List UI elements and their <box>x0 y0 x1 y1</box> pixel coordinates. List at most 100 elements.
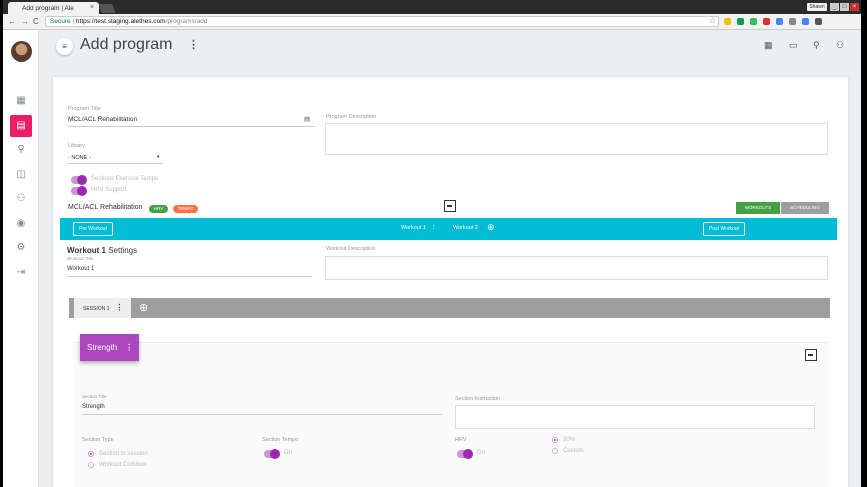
library-underline <box>68 163 163 164</box>
workout-1-tab[interactable]: Workout 1 <box>401 225 426 231</box>
ext-5-icon[interactable] <box>776 18 783 25</box>
maximize-button[interactable]: □ <box>840 3 849 11</box>
menu-toggle-button[interactable]: ≡ <box>56 38 73 55</box>
section-instruction-label: Section Instruction <box>455 396 501 402</box>
section-tempo-label: Section Tempo <box>262 437 299 443</box>
section-type-option-2: Workout Common <box>99 462 148 468</box>
program-form-card: Program Title MCL/ACL Rehabilitation ▤ P… <box>53 77 848 487</box>
bookmark-star-icon[interactable]: ☆ <box>709 16 716 25</box>
library-icon[interactable]: ◫ <box>10 164 32 186</box>
workout-description-label: Workout Description <box>326 246 376 252</box>
user-avatar[interactable] <box>11 41 32 62</box>
settings-icon[interactable]: ⚙ <box>10 237 32 259</box>
forward-icon[interactable]: → <box>21 17 29 26</box>
secure-label: Secure <box>50 18 71 25</box>
logout-icon[interactable]: ⇥ <box>10 262 32 284</box>
ext-4-icon[interactable] <box>763 18 770 25</box>
profile-icon[interactable]: ⚇ <box>836 40 844 51</box>
strength-section-chip[interactable]: Strength ⋮ <box>80 334 139 361</box>
section-instruction-input[interactable] <box>455 405 815 429</box>
dashboard-header-icon[interactable]: ▦ <box>764 40 773 51</box>
section-tempo-value: On <box>284 450 293 456</box>
ext-8-icon[interactable] <box>815 18 822 25</box>
app-sidebar: ▦ ▤ ⚲ ◫ ⚇ ◉ ⚙ ⇥ <box>3 30 39 487</box>
workout-2-tab[interactable]: Workout 2 <box>453 225 478 231</box>
hrv-option-1: 30% <box>563 437 576 443</box>
workout-description-input[interactable] <box>325 256 828 280</box>
ext-2-icon[interactable] <box>737 18 744 25</box>
post-workout-button[interactable]: Post Workout <box>703 222 745 236</box>
collapse-section-icon[interactable] <box>805 349 817 361</box>
program-name-heading: MCL/ACL Rehabilitation <box>68 204 143 211</box>
program-description-input[interactable] <box>325 123 828 155</box>
workout-title-input[interactable]: Workout 1 <box>67 266 94 272</box>
browser-tab-bar: Add program | Ale × Shawn _ □ × <box>3 0 861 14</box>
hrv-radio-2[interactable] <box>552 448 558 454</box>
new-tab-button[interactable] <box>98 4 116 13</box>
workout-settings-heading: Workout 1 Settings <box>67 246 137 255</box>
program-title-field-icon[interactable]: ▤ <box>304 115 310 123</box>
strength-chip-label: Strength <box>87 343 118 352</box>
location-icon[interactable]: ⚲ <box>813 40 820 51</box>
pre-workout-button[interactable]: Pre Workout <box>73 222 113 236</box>
library-select[interactable]: - NONE - <box>68 155 91 161</box>
exercise-tempo-toggle[interactable] <box>71 175 87 185</box>
workout-heading-suffix: Settings <box>105 246 138 255</box>
exercise-icon[interactable]: ⚲ <box>10 139 32 161</box>
session-bar: SESSION 1 ⋮ ⊕ <box>69 298 830 318</box>
chat-icon[interactable]: ▭ <box>789 40 798 51</box>
library-caret-icon[interactable]: ▾ <box>157 154 160 160</box>
workouts-strip: Pre Workout Workout 1 ⋮ Workout 2 ⊕ Post… <box>60 218 837 240</box>
strength-more-icon[interactable]: ⋮ <box>125 343 133 352</box>
programs-icon[interactable]: ▤ <box>10 114 32 137</box>
hrv-option-2: Custom <box>563 448 584 454</box>
section-title-input[interactable]: Strength <box>82 404 105 410</box>
add-workout-icon[interactable]: ⊕ <box>487 222 495 233</box>
tab-title: Add program | Ale <box>22 5 74 12</box>
address-bar[interactable]: Secure | https://test.staging.alethes.co… <box>45 16 719 27</box>
hrv-support-toggle[interactable] <box>71 186 87 196</box>
workouts-tab-button[interactable]: WORKOUTS <box>736 202 780 214</box>
workout-title-label: Workout Title <box>67 256 94 261</box>
workout-heading-number: Workout 1 <box>67 246 106 255</box>
browser-user-chip[interactable]: Shawn <box>807 3 827 11</box>
session-more-icon[interactable]: ⋮ <box>115 303 123 312</box>
hrv-radio-1[interactable] <box>552 437 558 443</box>
section-type-radio-1[interactable] <box>88 451 94 457</box>
exercise-tempo-label: Sections Exercise Tempo <box>91 176 159 182</box>
section-type-radio-2[interactable] <box>88 462 94 468</box>
close-window-button[interactable]: × <box>850 3 859 11</box>
workout-title-underline <box>67 276 312 277</box>
program-title-input[interactable]: MCL/ACL Rehabilitation <box>68 116 137 123</box>
back-icon[interactable]: ← <box>8 17 16 26</box>
reload-icon[interactable]: C <box>33 17 39 26</box>
browser-tab[interactable]: Add program | Ale × <box>8 2 99 14</box>
screen: Add program | Ale × Shawn _ □ × ← → C Se… <box>3 0 861 487</box>
page-title: Add program <box>80 36 173 53</box>
program-description-label: Program Description <box>326 114 377 120</box>
ext-3-icon[interactable] <box>750 18 757 25</box>
ext-6-icon[interactable] <box>789 18 796 25</box>
account-icon[interactable]: ◉ <box>10 213 32 235</box>
people-icon[interactable]: ⚇ <box>10 188 32 210</box>
session-1-label: SESSION 1 <box>83 306 110 312</box>
session-1-tab[interactable]: SESSION 1 ⋮ <box>74 298 131 318</box>
section-panel: Section Title Strength Section Instructi… <box>74 342 829 487</box>
title-more-icon[interactable]: ⋮ <box>188 38 199 51</box>
page-header: ≡ Add program ⋮ ▦ ▭ ⚲ ⚇ <box>39 30 861 74</box>
add-session-icon[interactable]: ⊕ <box>139 301 148 314</box>
dashboard-icon[interactable]: ▦ <box>10 90 32 112</box>
section-tempo-toggle[interactable] <box>264 449 280 459</box>
hrv-toggle[interactable] <box>457 449 473 459</box>
collapse-program-icon[interactable] <box>444 200 456 212</box>
url-path: /programs/add <box>165 18 208 25</box>
workout-1-more-icon[interactable]: ⋮ <box>431 225 437 231</box>
hrv-label: HRV <box>455 437 467 443</box>
minimize-button[interactable]: _ <box>830 3 839 11</box>
tab-close-icon[interactable]: × <box>90 4 94 11</box>
ext-7-icon[interactable] <box>802 18 809 25</box>
hrv-value: On <box>477 450 486 456</box>
section-type-label: Section Type <box>82 437 114 443</box>
scheduling-tab-button[interactable]: SCHEDULING <box>781 202 829 214</box>
ext-1-icon[interactable] <box>724 18 731 25</box>
